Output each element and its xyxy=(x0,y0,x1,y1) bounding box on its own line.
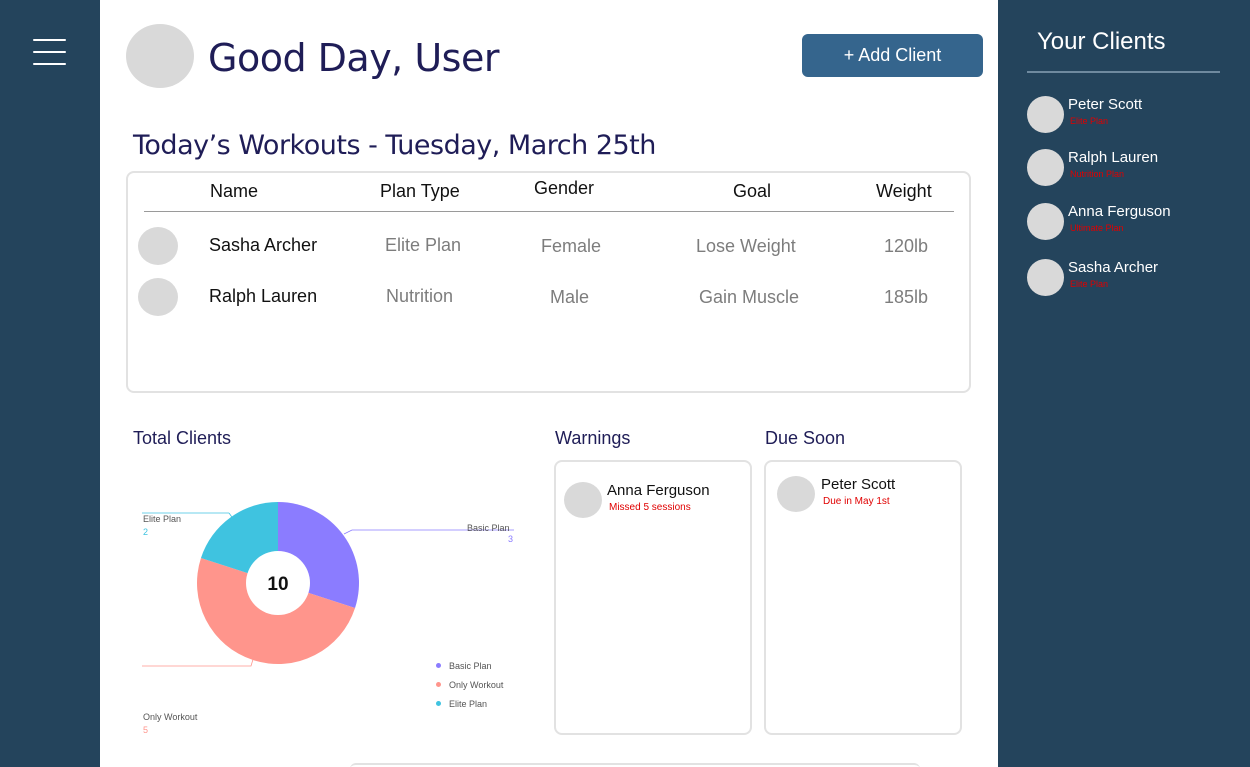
dashboard-main: Good Day, User + Add Client Today’s Work… xyxy=(100,0,998,767)
due-client-name[interactable]: Peter Scott xyxy=(821,476,895,493)
panel-divider xyxy=(1027,71,1220,73)
warning-client-name[interactable]: Anna Ferguson xyxy=(607,482,710,499)
greeting-title: Good Day, User xyxy=(208,36,499,80)
row-avatar[interactable] xyxy=(138,278,178,316)
left-rail xyxy=(0,0,100,767)
hamburger-menu-icon[interactable] xyxy=(33,37,67,67)
legend-label: Basic Plan xyxy=(449,660,492,671)
workouts-table: Name Plan Type Gender Goal Weight Sasha … xyxy=(126,171,971,393)
avatar xyxy=(1027,96,1064,133)
due-note: Due in May 1st xyxy=(823,496,890,507)
total-clients-title: Total Clients xyxy=(133,428,232,448)
slice-label-basic: Basic Plan xyxy=(467,523,510,533)
table-cell-name[interactable]: Ralph Lauren xyxy=(209,286,317,307)
leader-line-workout xyxy=(142,655,255,667)
legend-dot xyxy=(436,682,441,687)
due-soon-title: Due Soon xyxy=(765,428,846,448)
slice-value-elite: 2 xyxy=(143,527,148,537)
avatar[interactable] xyxy=(564,482,602,518)
row-avatar[interactable] xyxy=(138,227,178,265)
client-plan: Ultimate Plan xyxy=(1070,223,1124,233)
avatar[interactable] xyxy=(777,476,815,512)
table-cell-gender: Female xyxy=(541,236,602,256)
warning-note: Missed 5 sessions xyxy=(609,502,691,513)
client-list-item[interactable]: Ralph Lauren Nutrition Plan xyxy=(1027,149,1227,189)
avatar xyxy=(1027,203,1064,240)
your-clients-panel: Your Clients Peter Scott Elite Plan Ralp… xyxy=(998,0,1250,767)
client-list-item[interactable]: Anna Ferguson Ultimate Plan xyxy=(1027,203,1227,243)
table-cell-goal: Gain Muscle xyxy=(699,287,800,307)
column-header-weight: Weight xyxy=(876,181,932,201)
client-plan: Elite Plan xyxy=(1070,279,1109,289)
column-header-plan-type: Plan Type xyxy=(380,181,460,201)
column-header-name: Name xyxy=(210,181,259,201)
legend-dot xyxy=(436,663,441,668)
column-header-goal: Goal xyxy=(733,181,772,201)
slice-value-workout: 5 xyxy=(143,725,148,735)
legend-label: Elite Plan xyxy=(449,698,488,709)
slice-value-basic: 3 xyxy=(508,534,513,544)
table-cell-weight: 120lb xyxy=(884,236,929,256)
add-client-button[interactable]: + Add Client xyxy=(802,34,983,77)
client-list-item[interactable]: Peter Scott Elite Plan xyxy=(1027,96,1227,136)
table-cell-plan: Elite Plan xyxy=(385,235,462,255)
client-name: Anna Ferguson xyxy=(1068,203,1171,220)
legend-item[interactable]: Only Workout xyxy=(436,675,503,694)
avatar xyxy=(1027,149,1064,186)
slice-label-elite: Elite Plan xyxy=(143,514,181,524)
table-cell-gender: Male xyxy=(550,287,590,307)
table-cell-plan: Nutrition xyxy=(386,286,454,306)
warnings-title: Warnings xyxy=(555,428,631,448)
client-name: Ralph Lauren xyxy=(1068,149,1159,166)
todays-workouts-title: Today’s Workouts - Tuesday, March 25th xyxy=(133,130,656,161)
table-cell-name[interactable]: Sasha Archer xyxy=(209,235,317,256)
legend-item[interactable]: Basic Plan xyxy=(436,656,503,675)
slice-label-workout: Only Workout xyxy=(143,712,198,722)
chart-legend: Basic Plan Only Workout Elite Plan xyxy=(436,656,503,713)
donut-center-label: 10 xyxy=(267,574,288,595)
client-plan: Nutrition Plan xyxy=(1070,169,1125,179)
header-divider xyxy=(144,211,954,212)
avatar xyxy=(1027,259,1064,296)
warnings-card: Anna Ferguson Missed 5 sessions xyxy=(554,460,752,735)
table-cell-goal: Lose Weight xyxy=(696,236,796,256)
legend-item[interactable]: Elite Plan xyxy=(436,694,503,713)
column-header-gender: Gender xyxy=(534,178,595,198)
legend-dot xyxy=(436,701,441,706)
table-cell-weight: 185lb xyxy=(884,287,929,307)
client-name: Peter Scott xyxy=(1068,96,1143,113)
client-plan: Elite Plan xyxy=(1070,116,1109,126)
user-avatar[interactable] xyxy=(126,24,194,88)
due-soon-card: Peter Scott Due in May 1st xyxy=(764,460,962,735)
client-list-item[interactable]: Sasha Archer Elite Plan xyxy=(1027,259,1227,299)
legend-label: Only Workout xyxy=(449,679,504,690)
client-name: Sasha Archer xyxy=(1068,259,1159,276)
your-clients-title: Your Clients xyxy=(1037,28,1166,55)
bottom-card-edge xyxy=(350,763,920,767)
